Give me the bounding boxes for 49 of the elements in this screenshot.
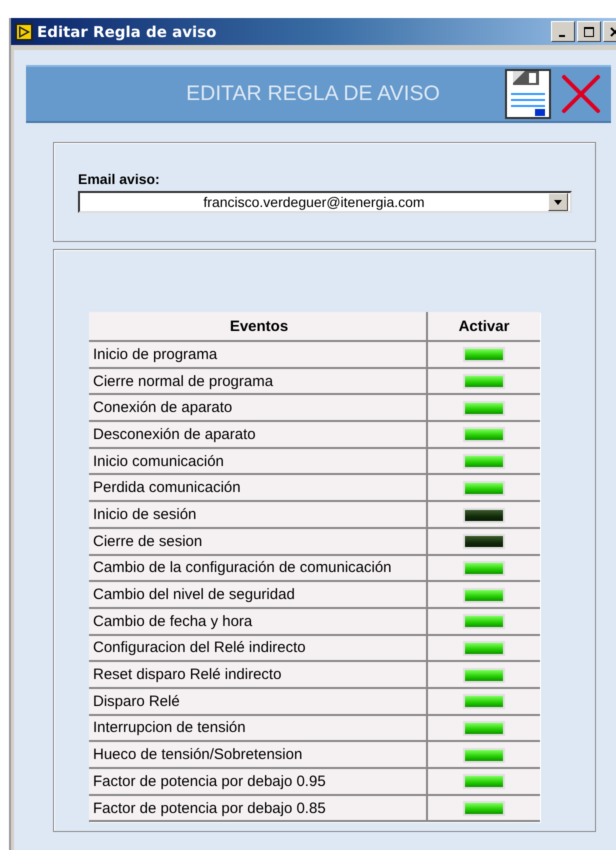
event-cell: Cambio de fecha y hora <box>89 608 427 635</box>
led-toggle[interactable] <box>463 694 505 710</box>
event-cell: Inicio comunicación <box>89 448 427 474</box>
event-cell: Factor de potencia por debajo 0.95 <box>89 768 427 795</box>
led-toggle[interactable] <box>463 588 505 603</box>
maximize-button[interactable] <box>577 21 601 42</box>
event-cell: Disparo Relé <box>89 688 427 715</box>
led-toggle[interactable] <box>463 374 505 390</box>
email-dropdown[interactable]: francisco.verdeguer@itenergia.com <box>78 191 572 213</box>
led-toggle[interactable] <box>463 427 505 442</box>
minimize-icon <box>558 34 564 36</box>
event-cell: Factor de potencia por debajo 0.85 <box>89 794 427 822</box>
window-title: Editar Regla de aviso <box>37 22 218 40</box>
column-header: Eventos <box>89 312 427 341</box>
event-cell: Inicio de programa <box>89 341 427 368</box>
led-toggle[interactable] <box>463 748 505 763</box>
event-cell: Cambio del nivel de seguridad <box>89 581 427 608</box>
event-cell: Perdida comunicación <box>89 474 427 502</box>
event-cell: Conexión de aparato <box>89 394 427 422</box>
led-toggle[interactable] <box>463 560 505 576</box>
save-button[interactable] <box>505 69 551 119</box>
event-cell: Hueco de tensión/Sobretension <box>89 741 427 768</box>
led-toggle[interactable] <box>463 721 505 736</box>
led-toggle[interactable] <box>463 508 505 522</box>
event-cell: Cierre normal de programa <box>89 368 427 394</box>
header-title: EDITAR REGLA DE AVISO <box>185 82 441 106</box>
led-toggle[interactable] <box>463 534 505 550</box>
led-toggle[interactable] <box>463 400 505 416</box>
event-cell: Reset disparo Relé indirecto <box>89 661 427 688</box>
event-cell: Inicio de sesión <box>89 501 427 528</box>
led-toggle[interactable] <box>463 480 505 496</box>
email-label: Email aviso: <box>78 171 161 187</box>
event-cell: Cierre de sesion <box>89 528 427 554</box>
led-toggle[interactable] <box>463 801 505 816</box>
event-cell: Cambio de la configuración de comunicación <box>89 554 427 582</box>
led-toggle[interactable] <box>463 668 505 683</box>
maximize-icon <box>584 26 594 36</box>
close-icon <box>561 74 601 114</box>
led-toggle[interactable] <box>463 774 505 790</box>
led-toggle[interactable] <box>463 347 505 362</box>
event-cell: Configuracion del Relé indirecto <box>89 634 427 662</box>
event-cell: Desconexión de aparato <box>89 421 427 448</box>
led-toggle[interactable] <box>463 454 505 470</box>
event-cell: Interrupcion de tensión <box>89 714 427 742</box>
minimize-button[interactable] <box>551 21 575 42</box>
play-arrow-icon <box>15 22 33 40</box>
led-toggle[interactable] <box>463 640 505 656</box>
column-header: Activar <box>427 312 540 341</box>
led-toggle[interactable] <box>463 614 505 630</box>
